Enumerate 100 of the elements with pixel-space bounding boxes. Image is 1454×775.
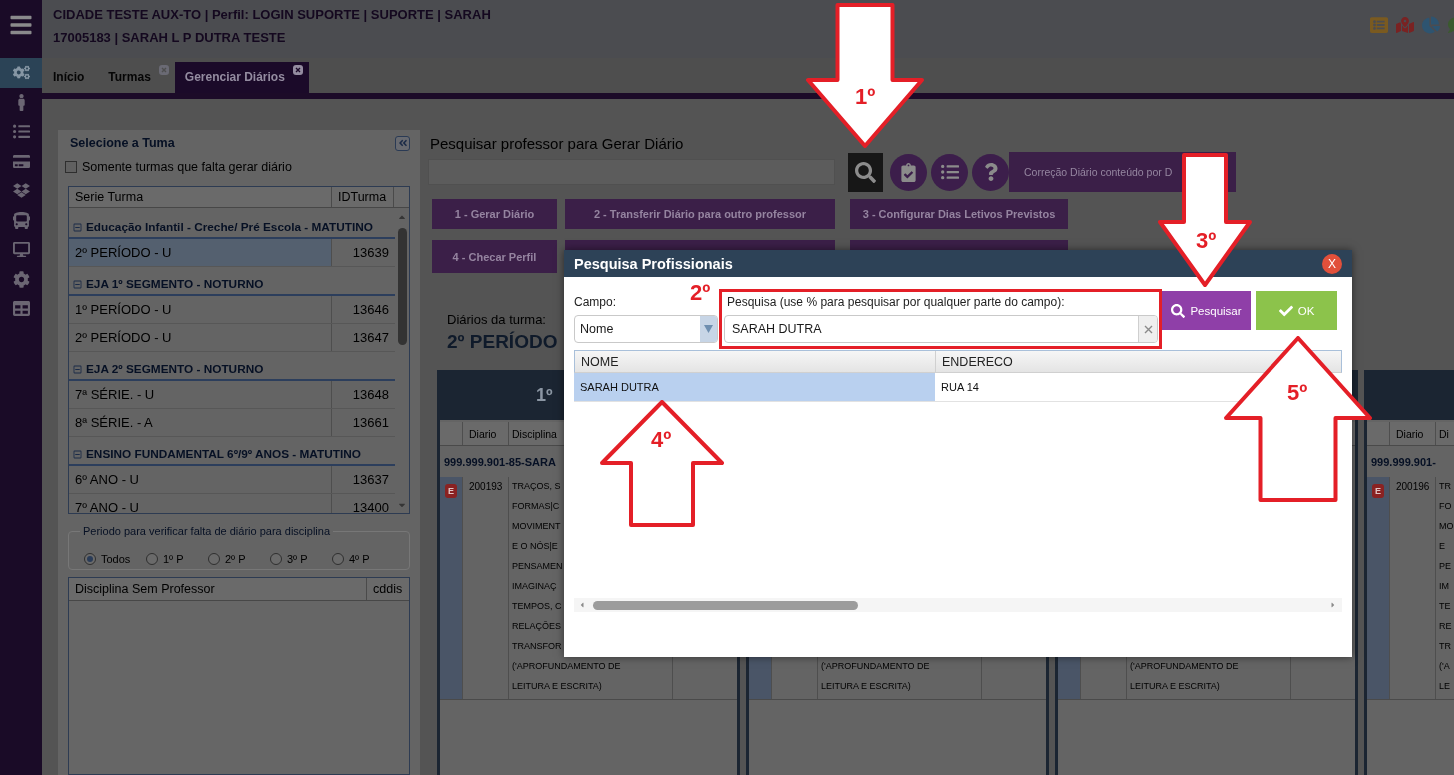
- table-cell-line: FO: [1439, 500, 1452, 513]
- radio-label: 4º P: [349, 553, 370, 565]
- caret-icon[interactable]: [700, 316, 717, 342]
- table-cell: 13646: [352, 302, 389, 317]
- table-cell-line: RELAÇÕES: [512, 620, 562, 633]
- table-cell-line: E: [1439, 540, 1445, 553]
- group-header: EJA 2º SEGMENTO - NOTURNO: [86, 362, 264, 376]
- tab[interactable]: Início: [43, 62, 99, 93]
- table-cell-line: E O NÓS|E: [512, 540, 558, 553]
- radio-button[interactable]: [146, 553, 158, 565]
- tab[interactable]: Turmas: [98, 62, 175, 93]
- search-button[interactable]: [848, 153, 883, 192]
- table-cell-line: ('APROFUNDAMENTO DE: [1130, 660, 1239, 673]
- diaries-label: Diários da turma:: [447, 312, 546, 328]
- scroll-right-icon[interactable]: [1329, 601, 1337, 609]
- radio-button[interactable]: [270, 553, 282, 565]
- header-text: CIDADE TESTE AUX-TO | Perfil: LOGIN SUPORTE | SUPORTE | SARAH: [53, 6, 491, 24]
- table-cell[interactable]: 1º PERÍODO - U: [69, 296, 331, 323]
- step-label: 1º: [855, 85, 876, 109]
- step-label: 4º: [651, 428, 672, 452]
- table-cell: 13647: [352, 330, 389, 345]
- credit-card-icon: [12, 152, 30, 170]
- clear-button[interactable]: [1138, 316, 1157, 342]
- collapse-button[interactable]: [395, 135, 410, 151]
- map-marker-icon[interactable]: [1396, 16, 1414, 34]
- radio-label: 1º P: [163, 553, 184, 565]
- dialog-title: Pesquisa Profissionais: [574, 255, 733, 272]
- panel-title: Selecione a Tuma: [70, 136, 175, 150]
- table-cell[interactable]: 6º ANO - U: [69, 466, 331, 493]
- scrollbar-thumb[interactable]: [397, 228, 407, 345]
- header-text: 17005183 | SARAH L P DUTRA TESTE: [53, 29, 286, 47]
- table-cell-line: TEMPOS, C: [512, 600, 562, 613]
- table-cell: 13400: [352, 500, 389, 513]
- checklist-button[interactable]: [890, 153, 927, 191]
- monitor-icon: [12, 241, 30, 259]
- table-cell-line: PENSAMEN: [512, 560, 563, 573]
- section-title: Pesquisar professor para Gerar Diário: [430, 135, 684, 153]
- table-cell[interactable]: 7º ANO - U: [69, 494, 331, 513]
- dropdown-field[interactable]: Nome: [574, 315, 718, 343]
- radio-button[interactable]: [332, 553, 344, 565]
- column-header: ENDERECO: [942, 354, 1013, 369]
- column-header: Di: [1439, 427, 1449, 440]
- tab[interactable]: Gerenciar Diários: [174, 62, 309, 93]
- sidebar-item[interactable]: [0, 58, 42, 88]
- table-cell[interactable]: SARAH DUTRA: [574, 373, 935, 401]
- table-cell-line: LEITURA E ESCRITA): [512, 680, 602, 693]
- horizontal-scrollbar[interactable]: [574, 598, 1342, 612]
- clipboard-check-icon: [899, 162, 918, 182]
- search-field[interactable]: SARAH DUTRA: [724, 315, 1158, 343]
- close-button[interactable]: X: [1322, 253, 1342, 274]
- radio-button[interactable]: [84, 553, 96, 565]
- class-name: 2º PERÍODO: [447, 330, 558, 354]
- table-cell-line: TRAÇOS, S: [512, 480, 561, 493]
- group-legend: Periodo para verificar falta de diário para disciplina: [80, 525, 334, 537]
- table-cell[interactable]: 2º PERÍODO - U: [69, 239, 331, 266]
- action-button[interactable]: 4 - Checar Perfil: [432, 240, 557, 273]
- close-icon[interactable]: [292, 65, 303, 75]
- step-label: 5º: [1287, 381, 1308, 405]
- radio-label: Todos: [101, 553, 131, 565]
- action-button[interactable]: 2 - Transferir Diário para outro professor: [565, 199, 835, 229]
- column-header: Diario: [469, 427, 497, 440]
- table-cell-line: TR: [1439, 480, 1451, 493]
- double-chevron-left-icon: [397, 138, 408, 148]
- action-button[interactable]: 1 - Gerar Diário: [432, 199, 557, 229]
- table-icon: [12, 300, 30, 318]
- field-label: Pesquisa (use % para pesquisar por qualquer parte do campo):: [727, 295, 1065, 309]
- gears-icon: [12, 64, 30, 82]
- letter-badge[interactable]: E: [1372, 484, 1384, 498]
- search-button[interactable]: Pesquisar: [1162, 291, 1251, 330]
- bus-icon: [12, 211, 30, 229]
- table-cell-line: IM: [1439, 580, 1449, 593]
- step-label: 3º: [1196, 229, 1217, 253]
- menu-icon: [9, 13, 33, 37]
- scrollbar-thumb[interactable]: [593, 600, 858, 610]
- column-header: Disciplina: [512, 427, 557, 440]
- search-icon: [1171, 303, 1186, 318]
- letter-badge[interactable]: E: [445, 484, 457, 498]
- table-cell[interactable]: 7ª SÉRIE. - U: [69, 381, 331, 408]
- list-button[interactable]: [931, 153, 968, 191]
- column-header: Diario: [1396, 427, 1424, 440]
- scroll-left-icon[interactable]: [578, 601, 586, 609]
- group-header: Educação Infantil - Creche/ Pré Escola - MATUTINO: [86, 220, 373, 234]
- action-button[interactable]: 3 - Configurar Dias Letivos Previstos: [850, 199, 1068, 229]
- checkbox-label: Somente turmas que falta gerar diário: [82, 160, 292, 174]
- list-card-icon[interactable]: [1370, 16, 1388, 34]
- teacher-group-label: 999.999.901-85-SARA: [444, 456, 556, 468]
- card-title: 1º: [536, 384, 553, 406]
- help-button[interactable]: [972, 153, 1009, 191]
- radio-button[interactable]: [208, 553, 220, 565]
- table-cell-line: LEITURA E ESCRITA): [1130, 680, 1220, 693]
- table-cell[interactable]: 8ª SÉRIE. - A: [69, 409, 331, 436]
- table-cell-line: LEITURA E ESCRITA): [821, 680, 911, 693]
- table-cell-line: TE: [1439, 600, 1451, 613]
- table-cell: 13648: [352, 387, 389, 402]
- table-cell-line: ('APROFUNDAMENTO DE: [821, 660, 930, 673]
- table-cell[interactable]: 2º PERÍODO - U: [69, 324, 331, 351]
- ok-button[interactable]: OK: [1256, 291, 1337, 330]
- checkbox[interactable]: [65, 161, 77, 173]
- table-cell-line: LE: [1439, 680, 1450, 693]
- table-cell-line: PE: [1439, 560, 1451, 573]
